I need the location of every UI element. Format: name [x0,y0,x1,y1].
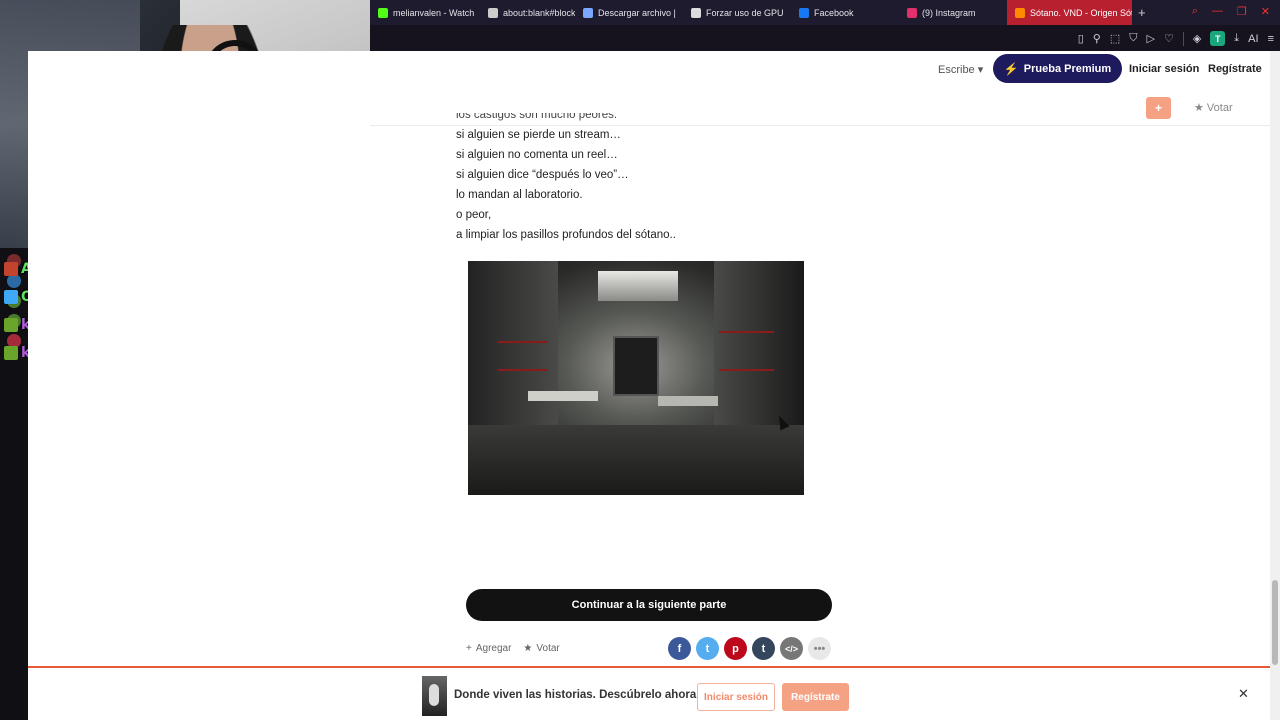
add-to-list-button[interactable]: + [1146,97,1171,119]
play-icon[interactable]: ▷ [1146,32,1154,45]
chat-badge-icon [4,262,18,276]
star-icon: ★ [523,643,533,654]
continue-next-part-button[interactable]: Continuar a la siguiente parte [466,589,832,621]
download-icon[interactable]: ⤓ [1234,32,1239,45]
ai-button[interactable]: AI [1248,33,1258,45]
browser-tab[interactable]: Forzar uso de GPU [683,0,791,25]
browser-tab[interactable]: Descargar archivo | [575,0,683,25]
screenshot-icon[interactable]: ⬚ [1110,32,1120,45]
story-line: si alguien no comenta un reel… [456,149,618,161]
tab-favicon-icon [378,7,388,18]
chat-badge-icon [4,290,18,304]
sidebar-icon[interactable]: ▯ [1078,32,1084,45]
story-actions: + Agregar ★ Votar [466,643,560,654]
tab-favicon-icon [488,7,498,18]
chat-badge-icon [4,318,18,332]
story-image [468,261,804,495]
story-text: los castigos son mucho peores. si alguie… [456,113,856,245]
tab-favicon-icon [691,7,701,18]
gurney [658,396,718,406]
premium-button[interactable]: ⚡ Prueba Premium [993,54,1122,83]
gurney [528,391,598,401]
story-line: o peor, [456,209,492,221]
story-line: lo mandan al laboratorio. [456,189,583,201]
debris-floor [468,425,804,495]
web-page: Escribe ▾ ⚡ Prueba Premium Iniciar sesió… [28,51,1270,720]
pinterest-share-icon[interactable]: p [724,637,747,660]
more-share-icon[interactable]: ••• [808,637,831,660]
vote-label: Votar [536,643,560,654]
screen: Agues05s:HARU... VENI PARA ACAOffr0ad:ko… [0,0,1280,720]
premium-label: Prueba Premium [1023,62,1112,75]
tab-favicon-icon [583,7,593,18]
tab-label: about:blank#blocked [503,7,575,18]
vote-button[interactable]: ★ Votar [1194,101,1233,114]
menu-icon[interactable]: ≡ [1268,33,1274,45]
banner-message: Donde viven las historias. Descúbrelo ah… [454,689,697,701]
scrollbar-thumb[interactable] [1272,580,1278,665]
plus-icon: + [466,643,472,654]
tab-label: Descargar archivo | [598,7,676,18]
browser-tab[interactable]: about:blank#blocked [480,0,575,25]
tab-label: melianvalen - Watch [393,7,475,18]
tab-label: Sótano. VND - Origen Sóta [1030,7,1132,18]
browser-tab[interactable]: Facebook [791,0,899,25]
login-link[interactable]: Iniciar sesión [1129,63,1199,75]
bookmark-icon[interactable]: ⚲ [1093,32,1101,45]
tab-bar: melianvalen - Watch about:blank#blocked De… [370,0,1280,25]
browser-tab[interactable]: melianvalen - Watch [370,0,480,25]
story-line: si alguien se pierde un stream… [456,129,621,141]
tab-label: Facebook [814,7,854,18]
browser-tab[interactable]: Sótano. VND - Origen Sóta [1007,0,1132,25]
hallway-door [613,336,659,396]
search-icon[interactable]: ⌕ [1192,5,1198,18]
broken-ceiling [598,271,678,301]
tab-favicon-icon [907,7,917,18]
browser-tab[interactable]: (9) Instagram [899,0,1007,25]
tab-favicon-icon [1015,7,1025,18]
vote-label: Votar [1206,102,1233,114]
add-to-list-link[interactable]: + Agregar [466,643,511,654]
add-label: Agregar [475,643,512,654]
vote-link[interactable]: ★ Votar [523,643,559,654]
close-window-icon[interactable]: ✕ [1261,5,1270,18]
shield-icon[interactable]: ⛉ [1129,32,1137,45]
minimize-icon[interactable]: — [1212,5,1223,18]
toolbar-separator [1182,31,1184,46]
heart-icon[interactable]: ♡ [1164,32,1174,45]
extensions-icon[interactable]: ◈ [1193,32,1201,45]
tab-label: (9) Instagram [922,7,976,18]
chat-badge-icon [4,346,18,360]
clipped-line: los castigos son mucho peores. [456,113,618,121]
bolt-icon: ⚡ [1003,61,1019,76]
window-controls: ⌕ — ❐ ✕ [1192,5,1270,18]
profile-chip[interactable]: T [1210,31,1226,46]
new-tab-icon[interactable]: + [1132,5,1152,20]
story-line: a limpiar los pasillos profundos del sót… [456,229,676,241]
story-line: si alguien dice “después lo veo”… [456,169,629,181]
write-dropdown[interactable]: Escribe ▾ [938,63,983,76]
banner-login-button[interactable]: Iniciar sesión [697,683,775,711]
tab-label: Forzar uso de GPU [706,7,784,18]
register-link[interactable]: Regístrate [1208,63,1262,75]
book-thumbnail [422,676,447,716]
browser-toolbar: ▯ ⚲ ⬚ ⛉ ▷ ♡ ◈ T ⤓ AI ≡ [370,25,1280,51]
tab-favicon-icon [799,7,809,18]
maximize-icon[interactable]: ❐ [1237,5,1247,18]
embed-share-icon[interactable]: </> [780,637,803,660]
signup-banner: Donde viven las historias. Descúbrelo ah… [28,666,1270,720]
close-icon[interactable]: ✕ [1238,686,1249,702]
twitter-share-icon[interactable]: t [696,637,719,660]
banner-register-button[interactable]: Regístrate [782,683,849,711]
graffiti-right [719,331,774,371]
star-icon: ★ [1194,102,1207,114]
share-buttons: f t p t </> ••• [668,637,831,660]
tumblr-share-icon[interactable]: t [752,637,775,660]
graffiti-left [498,341,548,371]
facebook-share-icon[interactable]: f [668,637,691,660]
